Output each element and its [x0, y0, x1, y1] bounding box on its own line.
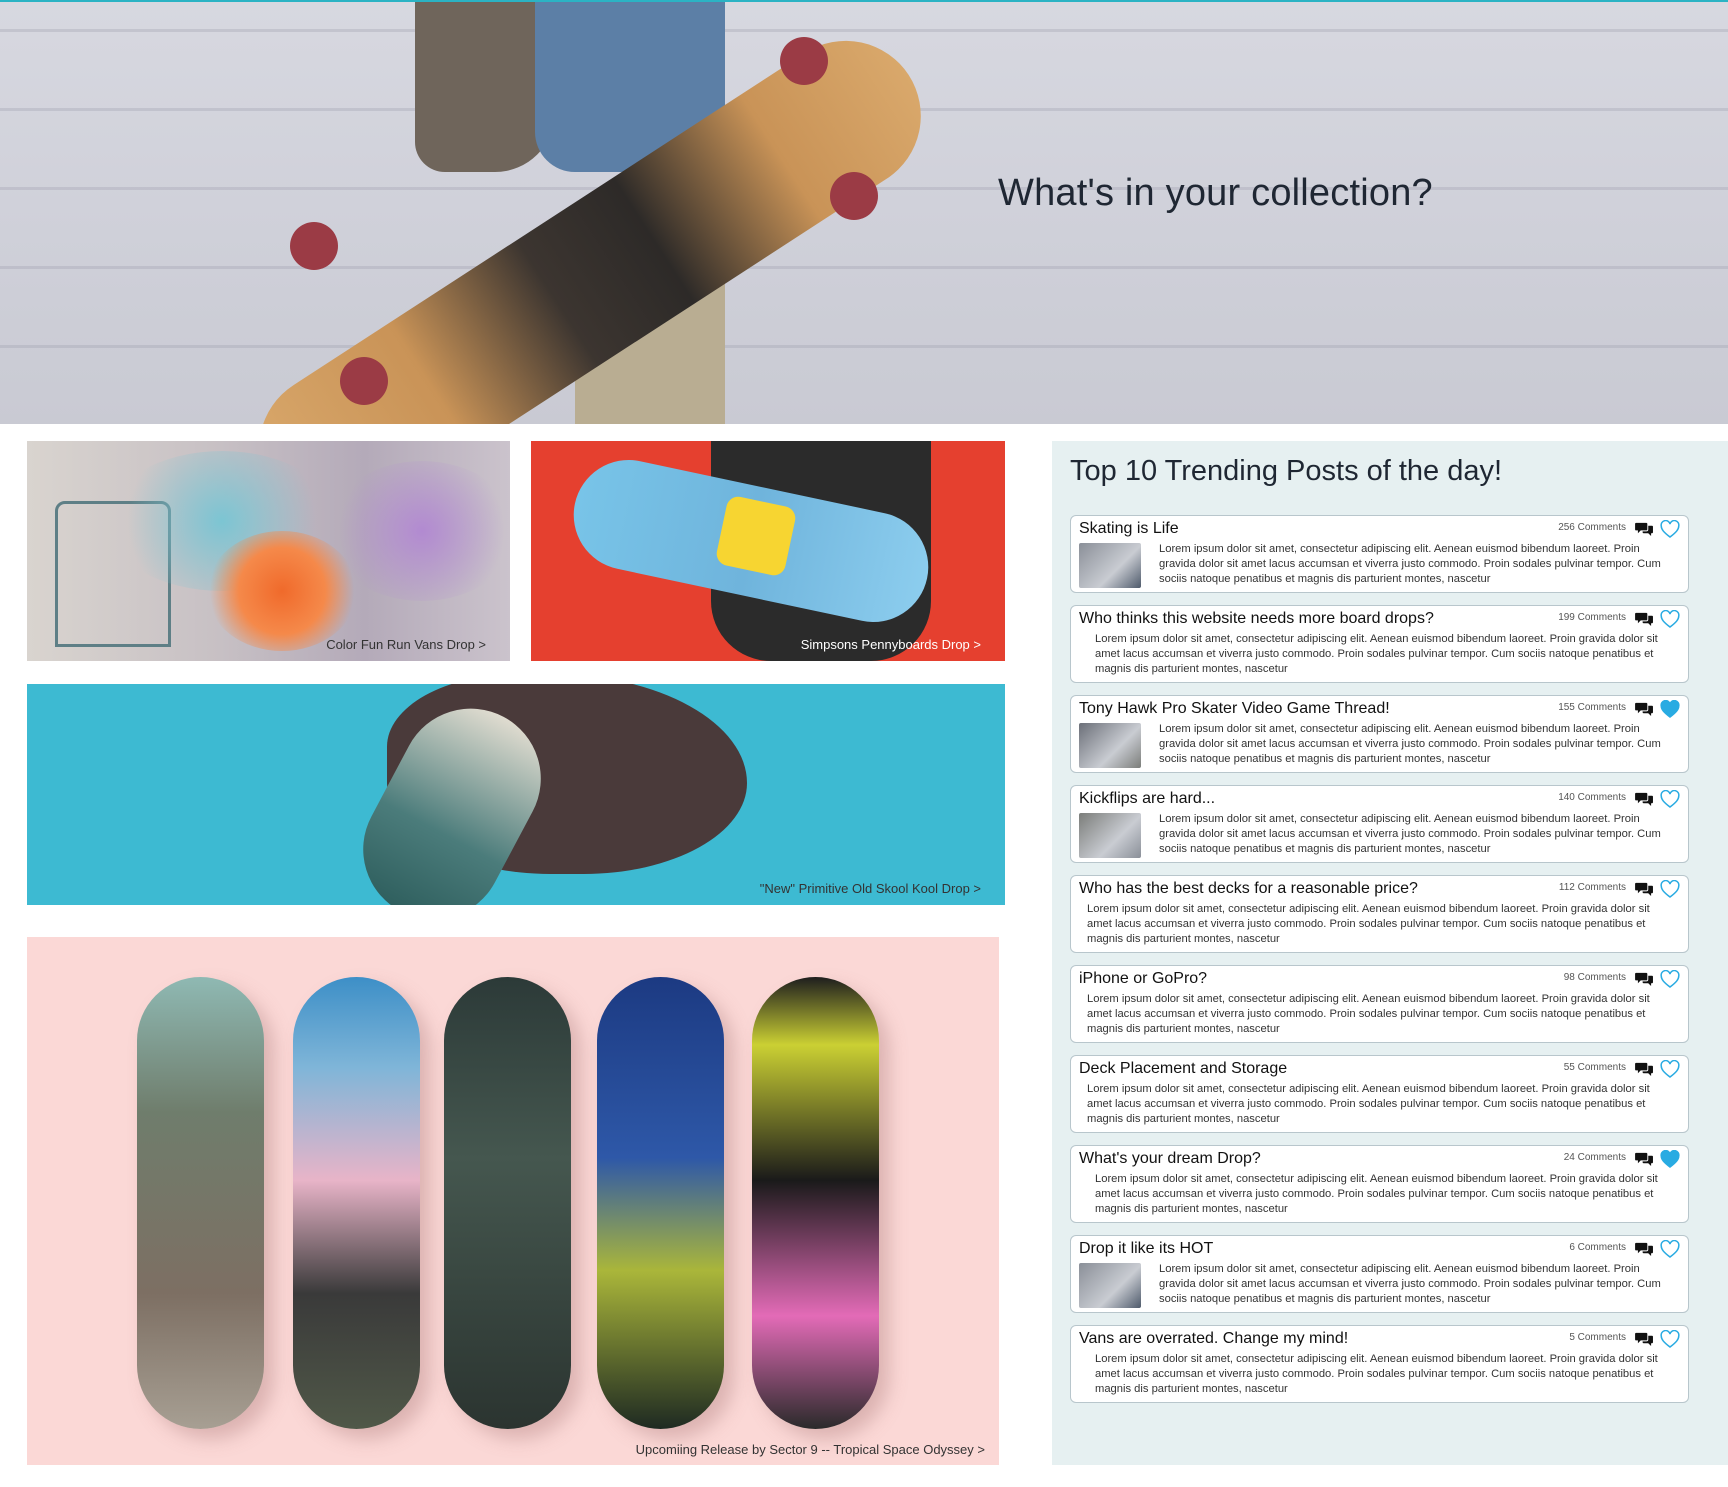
post-title[interactable]: Who has the best decks for a reasonable …: [1079, 880, 1418, 898]
promo-tile-link[interactable]: "New" Primitive Old Skool Kool Drop >: [760, 881, 981, 896]
trending-post[interactable]: Kickflips are hard... 140 Comments Lorem i…: [1070, 785, 1689, 863]
promo-tile-link[interactable]: Upcomiing Release by Sector 9 -- Tropica…: [636, 1442, 985, 1457]
post-comment-count: 140 Comments: [1558, 792, 1626, 803]
post-thumbnail[interactable]: [1079, 543, 1141, 588]
trending-post[interactable]: Tony Hawk Pro Skater Video Game Thread! 1…: [1070, 695, 1689, 773]
post-title[interactable]: Vans are overrated. Change my mind!: [1079, 1330, 1348, 1348]
trending-post[interactable]: What's your dream Drop? 24 Comments Lorem …: [1070, 1145, 1689, 1223]
trending-post[interactable]: Vans are overrated. Change my mind! 5 Com…: [1070, 1325, 1689, 1403]
heart-icon[interactable]: [1660, 1060, 1680, 1079]
trending-post[interactable]: iPhone or GoPro? 98 Comments Lorem ipsum d…: [1070, 965, 1689, 1043]
post-excerpt: Lorem ipsum dolor sit amet, consectetur …: [1095, 633, 1658, 675]
post-thumbnail[interactable]: [1079, 1263, 1141, 1308]
comments-icon[interactable]: [1635, 1061, 1654, 1077]
comments-icon[interactable]: [1635, 881, 1654, 897]
post-comment-count: 98 Comments: [1563, 972, 1626, 983]
post-title[interactable]: What's your dream Drop?: [1079, 1150, 1261, 1168]
comments-icon[interactable]: [1635, 791, 1654, 807]
trending-post[interactable]: Who thinks this website needs more board…: [1070, 605, 1689, 683]
trending-post[interactable]: Deck Placement and Storage 55 Comments Lor…: [1070, 1055, 1689, 1133]
trending-title: Top 10 Trending Posts of the day!: [1070, 455, 1503, 487]
hero-title: What's in your collection?: [998, 172, 1433, 214]
post-thumbnail[interactable]: [1079, 813, 1141, 858]
post-title[interactable]: Skating is Life: [1079, 520, 1179, 538]
post-excerpt: Lorem ipsum dolor sit amet, consectetur …: [1087, 993, 1650, 1035]
hero-photo-backpack: [415, 2, 555, 172]
heart-filled-icon[interactable]: [1660, 1150, 1680, 1169]
post-excerpt: Lorem ipsum dolor sit amet, consectetur …: [1087, 903, 1650, 945]
comments-icon[interactable]: [1635, 1331, 1654, 1347]
heart-icon[interactable]: [1660, 790, 1680, 809]
hero-photo-wheel: [340, 357, 388, 405]
post-comment-count: 256 Comments: [1558, 522, 1626, 533]
post-title[interactable]: Deck Placement and Storage: [1079, 1060, 1287, 1078]
heart-icon[interactable]: [1660, 880, 1680, 899]
heart-icon[interactable]: [1660, 970, 1680, 989]
post-thumbnail[interactable]: [1079, 723, 1141, 768]
post-excerpt: Lorem ipsum dolor sit amet, consectetur …: [1159, 543, 1661, 585]
promo-tile-simpsons[interactable]: Simpsons Pennyboards Drop >: [531, 441, 1005, 661]
hero-banner: What's in your collection?: [0, 2, 1728, 424]
post-comment-count: 5 Comments: [1569, 1332, 1626, 1343]
trending-post[interactable]: Drop it like its HOT 6 Comments Lorem ipsu…: [1070, 1235, 1689, 1313]
post-comment-count: 6 Comments: [1569, 1242, 1626, 1253]
trending-post[interactable]: Skating is Life 256 Comments Lorem ipsum d…: [1070, 515, 1689, 593]
deck-image-cactus-garden: [137, 977, 264, 1429]
post-excerpt: Lorem ipsum dolor sit amet, consectetur …: [1159, 813, 1661, 855]
trending-post[interactable]: Who has the best decks for a reasonable …: [1070, 875, 1689, 953]
deck-image-palm-leaf: [597, 977, 724, 1429]
post-title[interactable]: Tony Hawk Pro Skater Video Game Thread!: [1079, 700, 1390, 718]
comments-icon[interactable]: [1635, 611, 1654, 627]
heart-icon[interactable]: [1660, 1330, 1680, 1349]
promo-tile-link[interactable]: Color Fun Run Vans Drop >: [326, 637, 486, 652]
heart-icon[interactable]: [1660, 610, 1680, 629]
post-excerpt: Lorem ipsum dolor sit amet, consectetur …: [1095, 1173, 1658, 1215]
deck-image-paint-splatter: [752, 977, 879, 1429]
promo-tile-link[interactable]: Simpsons Pennyboards Drop >: [801, 637, 981, 652]
comments-icon[interactable]: [1635, 521, 1654, 537]
hero-photo-wheel: [830, 172, 878, 220]
post-title[interactable]: Kickflips are hard...: [1079, 790, 1215, 808]
deck-image-dark-cactus: [444, 977, 571, 1429]
promo-tile-color-fun-run[interactable]: Color Fun Run Vans Drop >: [27, 441, 510, 661]
post-title[interactable]: iPhone or GoPro?: [1079, 970, 1207, 988]
comments-icon[interactable]: [1635, 971, 1654, 987]
comments-icon[interactable]: [1635, 1151, 1654, 1167]
post-comment-count: 112 Comments: [1558, 882, 1626, 893]
trending-panel: Top 10 Trending Posts of the day! Skatin…: [1052, 441, 1728, 1465]
post-excerpt: Lorem ipsum dolor sit amet, consectetur …: [1159, 723, 1661, 765]
post-title[interactable]: Who thinks this website needs more board…: [1079, 610, 1434, 628]
heart-icon[interactable]: [1660, 1240, 1680, 1259]
post-excerpt: Lorem ipsum dolor sit amet, consectetur …: [1087, 1083, 1650, 1125]
deck-image-palm-tree: [293, 977, 420, 1429]
tile-photo-bart-graphic: [714, 494, 798, 578]
post-title[interactable]: Drop it like its HOT: [1079, 1240, 1213, 1258]
hero-photo-wheel: [290, 222, 338, 270]
hero-photo-wheel: [780, 37, 828, 85]
comments-icon[interactable]: [1635, 1241, 1654, 1257]
promo-tile-primitive[interactable]: "New" Primitive Old Skool Kool Drop >: [27, 684, 1005, 905]
post-excerpt: Lorem ipsum dolor sit amet, consectetur …: [1159, 1263, 1661, 1305]
post-comment-count: 24 Comments: [1563, 1152, 1626, 1163]
comments-icon[interactable]: [1635, 701, 1654, 717]
heart-filled-icon[interactable]: [1660, 700, 1680, 719]
heart-icon[interactable]: [1660, 520, 1680, 539]
post-comment-count: 155 Comments: [1558, 702, 1626, 713]
post-comment-count: 199 Comments: [1558, 612, 1626, 623]
promo-tile-sector9[interactable]: Upcomiing Release by Sector 9 -- Tropica…: [27, 937, 999, 1465]
post-excerpt: Lorem ipsum dolor sit amet, consectetur …: [1095, 1353, 1658, 1395]
tile-photo-smoke: [207, 531, 357, 651]
post-comment-count: 55 Comments: [1563, 1062, 1626, 1073]
